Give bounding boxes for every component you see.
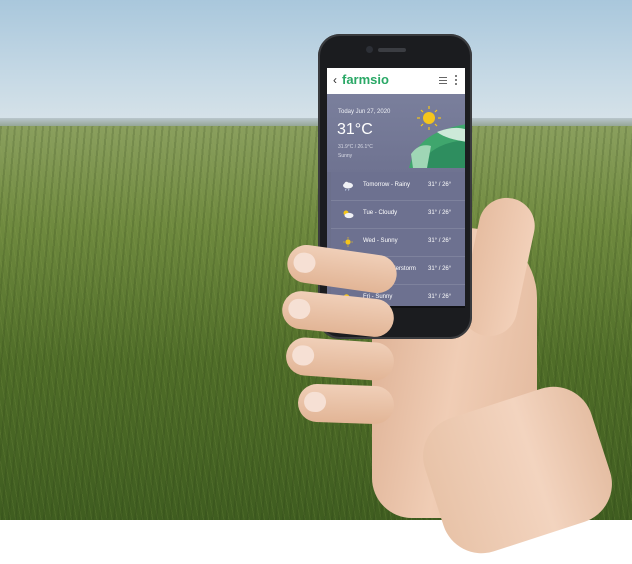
- partly-cloudy-icon: [343, 210, 354, 219]
- fingernail: [287, 297, 312, 321]
- forecast-temps: 31° / 26°: [428, 210, 452, 216]
- fingernail: [303, 391, 327, 413]
- forecast-day-label: Wed - Sunny: [363, 238, 398, 244]
- forecast-day-label: Tue - Cloudy: [363, 210, 398, 216]
- sky: [0, 0, 632, 122]
- forecast-temps: 31° / 26°: [428, 266, 452, 272]
- current-temperature: 31°C: [337, 121, 373, 138]
- forecast-temps: 31° / 26°: [428, 238, 452, 244]
- phone-speaker: [378, 48, 406, 52]
- front-camera: [366, 46, 373, 53]
- today-date: Today Jun 27, 2020: [338, 109, 391, 115]
- sunny-landscape-illustration: [409, 106, 465, 168]
- current-condition: Sunny: [338, 153, 353, 159]
- list-icon[interactable]: [439, 77, 447, 84]
- chevron-left-icon[interactable]: ‹: [333, 73, 337, 87]
- forecast-temps: 31° / 26°: [428, 182, 452, 188]
- today-weather-card: Today Jun 27, 2020 31°C 31.9°C / 26.1°C …: [327, 94, 465, 172]
- forecast-temps: 31° / 26°: [428, 294, 452, 300]
- brand-prefix: farms: [342, 72, 378, 87]
- forecast-row[interactable]: Tue - Cloudy 31° / 26°: [331, 200, 465, 229]
- app-logo: farmsio: [342, 72, 389, 87]
- more-vertical-icon[interactable]: [455, 75, 458, 87]
- sun-icon: [343, 237, 353, 247]
- cloud-rain-icon: [343, 181, 353, 191]
- fingernail: [291, 344, 315, 367]
- app-bar: ‹ farmsio: [327, 68, 465, 94]
- ring-finger: [284, 336, 396, 382]
- brand-suffix: io: [377, 72, 389, 87]
- temperature-range: 31.9°C / 26.1°C: [338, 144, 373, 150]
- fingernail: [292, 251, 317, 275]
- forecast-row[interactable]: Tomorrow - Rainy 31° / 26°: [331, 172, 465, 201]
- forecast-day-label: Tomorrow - Rainy: [363, 182, 411, 188]
- little-finger: [297, 383, 395, 425]
